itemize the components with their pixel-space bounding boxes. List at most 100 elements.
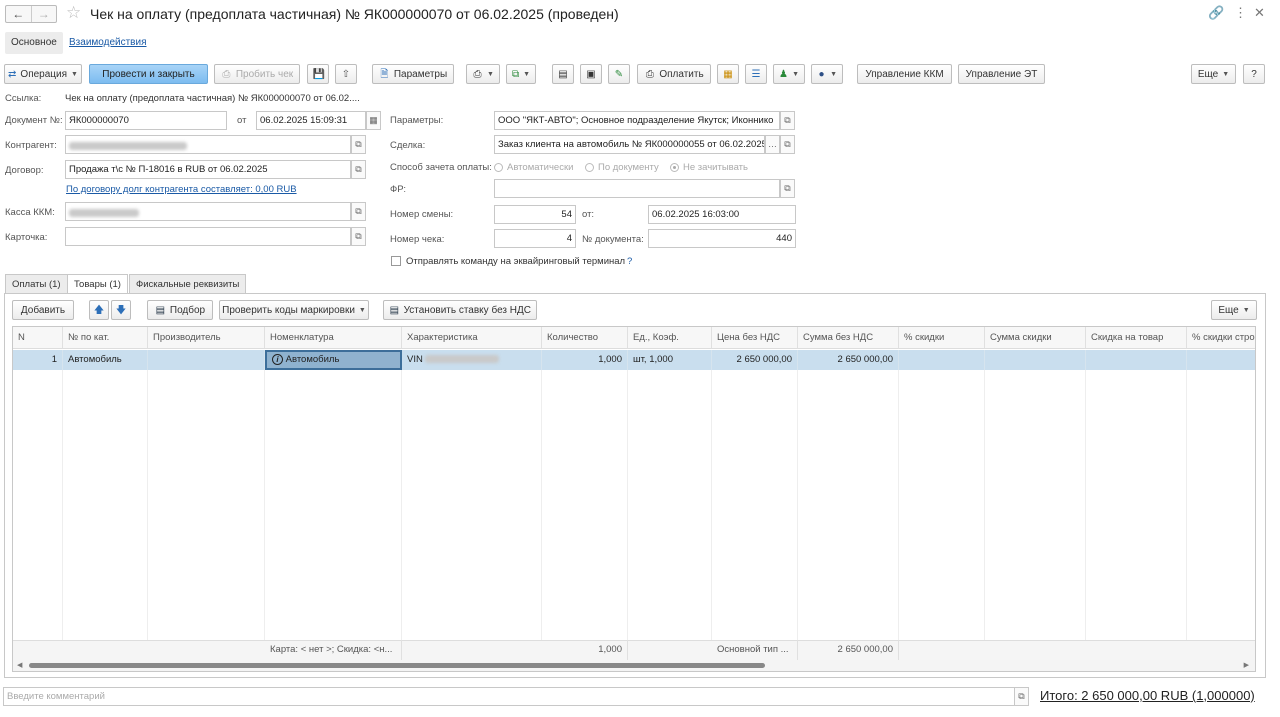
terminal-icon[interactable]: ▣ — [580, 64, 602, 84]
scroll-left-icon[interactable]: ◀ — [17, 661, 22, 669]
contractor-field[interactable] — [65, 135, 351, 154]
col-header-nomenclature[interactable]: Номенклатура — [265, 327, 402, 349]
total-link[interactable]: Итого: 2 650 000,00 RUB (1,000000) — [1040, 688, 1255, 703]
link-label: Ссылка: — [5, 93, 42, 104]
tab-fiscal[interactable]: Фискальные реквизиты — [129, 274, 247, 294]
scroll-thumb[interactable] — [29, 663, 765, 668]
save-icon[interactable]: 💾 — [307, 64, 329, 84]
footer-quantity: 1,000 — [542, 640, 628, 660]
more-vertical-icon[interactable]: ⋮ — [1234, 5, 1247, 21]
help-button[interactable]: ? — [1243, 64, 1265, 84]
pick-button[interactable]: ▤ Подбор — [147, 300, 213, 320]
back-arrow-icon[interactable]: ← — [6, 6, 31, 22]
debt-link[interactable]: По договору долг контрагента составляет:… — [66, 184, 297, 195]
col-header-discount-sum[interactable]: Сумма скидки — [985, 327, 1086, 349]
select-ellipsis-icon[interactable]: … — [765, 135, 780, 154]
col-header-item-discount[interactable]: Скидка на товар — [1086, 327, 1187, 349]
close-icon[interactable]: ✕ — [1254, 5, 1265, 21]
cell-nomenclature-label: Автомобиль — [285, 354, 340, 365]
kkm-field[interactable] — [65, 202, 351, 221]
col-header-characteristic[interactable]: Характеристика — [402, 327, 542, 349]
open-icon[interactable]: ⧉ — [351, 227, 366, 246]
kkm-control-button[interactable]: Управление ККМ — [857, 64, 952, 84]
horizontal-scrollbar[interactable]: ◀ ▶ — [13, 660, 1255, 671]
col-header-n[interactable]: N — [13, 327, 63, 349]
pay-button[interactable]: ⎙ Оплатить — [637, 64, 711, 84]
more-button[interactable]: Еще ▼ — [1191, 64, 1236, 84]
comment-input[interactable]: Введите комментарий — [3, 687, 1015, 706]
cell-nomenclature[interactable]: i Автомобиль — [265, 350, 402, 370]
col-header-quantity[interactable]: Количество — [542, 327, 628, 349]
deal-field[interactable]: Заказ клиента на автомобиль № ЯК00000005… — [494, 135, 765, 154]
calendar-icon[interactable]: ▦ — [366, 111, 381, 130]
tab-main[interactable]: Основное — [5, 32, 63, 54]
acquiring-checkbox[interactable] — [391, 256, 401, 266]
tab-relations[interactable]: Взаимодействия — [63, 32, 153, 54]
shift-number-field[interactable]: 54 — [494, 205, 576, 224]
open-icon[interactable]: ⧉ — [780, 179, 795, 198]
goods-more-label: Еще — [1218, 304, 1239, 316]
tab-payments[interactable]: Оплаты (1) — [5, 274, 68, 294]
open-icon[interactable]: ⧉ — [351, 135, 366, 154]
col-header-maker[interactable]: Производитель — [148, 327, 265, 349]
radio-by-document[interactable]: По документу — [585, 162, 659, 173]
col-header-discount-pct[interactable]: % скидки — [899, 327, 985, 349]
col-header-row-discount[interactable]: % скидки стро — [1187, 327, 1255, 349]
move-down-icon[interactable]: 🡇 — [111, 300, 131, 320]
post-icon[interactable]: ⇧ — [335, 64, 357, 84]
acquiring-help-icon[interactable]: ? — [627, 256, 632, 267]
users-menu-button[interactable]: ♟ ▼ — [773, 64, 805, 84]
forward-arrow-icon[interactable]: → — [30, 6, 57, 22]
move-up-icon[interactable]: 🡅 — [89, 300, 109, 320]
operation-button[interactable]: ⇄ Операция ▼ — [4, 64, 82, 84]
add-button[interactable]: Добавить — [12, 300, 74, 320]
check-codes-button[interactable]: Проверить коды маркировки ▼ — [219, 300, 369, 320]
fr-field[interactable] — [494, 179, 780, 198]
document-number-field[interactable]: 440 — [648, 229, 796, 248]
card-field[interactable] — [65, 227, 351, 246]
open-icon[interactable]: ⧉ — [351, 202, 366, 221]
parameters-button[interactable]: 🗎 Параметры — [372, 64, 454, 84]
link-value: Чек на оплату (предоплата частичная) № Я… — [65, 93, 360, 104]
et-control-button[interactable]: Управление ЭТ — [958, 64, 1045, 84]
report-icon[interactable]: ▤ — [552, 64, 574, 84]
punch-check-button[interactable]: ⎙ Пробить чек — [214, 64, 300, 84]
print-menu-button[interactable]: ⎙ ▼ — [466, 64, 500, 84]
doc-date-field[interactable]: 06.02.2025 15:09:31 — [256, 111, 366, 130]
more-label: Еще — [1197, 68, 1219, 80]
doc-number-field[interactable]: ЯК000000070 — [65, 111, 227, 130]
create-based-button[interactable]: ⧉ ▼ — [506, 64, 536, 84]
check-number-field[interactable]: 4 — [494, 229, 576, 248]
payment-method-label: Способ зачета оплаты: — [390, 162, 492, 173]
shift-date-field[interactable]: 06.02.2025 16:03:00 — [648, 205, 796, 224]
open-icon[interactable]: ⧉ — [780, 111, 795, 130]
col-header-cat[interactable]: № по кат. — [63, 327, 148, 349]
params-field[interactable]: ООО "ЯКТ-АВТО"; Основное подразделение Я… — [494, 111, 780, 130]
more-actions-button[interactable]: ● ▼ — [811, 64, 843, 84]
contract-field[interactable]: Продажа т\с № П-18016 в RUB от 06.02.202… — [65, 160, 351, 179]
pick-label: Подбор — [169, 304, 206, 316]
info-icon[interactable]: i — [272, 353, 283, 365]
favorite-star-icon[interactable]: ☆ — [66, 3, 81, 23]
scroll-right-icon[interactable]: ▶ — [1244, 661, 1249, 669]
cell-characteristic-label: VIN — [407, 354, 423, 365]
open-icon[interactable]: ⧉ — [1014, 687, 1029, 706]
tab-goods[interactable]: Товары (1) — [67, 274, 128, 295]
goods-more-button[interactable]: Еще ▼ — [1211, 300, 1257, 320]
radio-auto[interactable]: Автоматически — [494, 162, 573, 173]
chevron-down-icon: ▼ — [358, 306, 366, 314]
open-icon[interactable]: ⧉ — [780, 135, 795, 154]
open-icon[interactable]: ⧉ — [351, 160, 366, 179]
document-icon[interactable]: ▦ — [717, 64, 739, 84]
col-header-sum[interactable]: Сумма без НДС — [798, 327, 899, 349]
link-icon[interactable]: 🔗 — [1208, 5, 1224, 21]
radio-none[interactable]: Не зачитывать — [670, 162, 748, 173]
set-vat-button[interactable]: ▤ Установить ставку без НДС — [383, 300, 537, 320]
post-and-close-button[interactable]: Провести и закрыть — [89, 64, 208, 84]
col-header-unit[interactable]: Ед., Коэф. — [628, 327, 712, 349]
pay-label: Оплатить — [659, 68, 704, 80]
footer-sum: 2 650 000,00 — [798, 640, 899, 660]
edit-icon[interactable]: ✎ — [608, 64, 630, 84]
col-header-price[interactable]: Цена без НДС — [712, 327, 798, 349]
structure-icon[interactable]: ☰ — [745, 64, 767, 84]
